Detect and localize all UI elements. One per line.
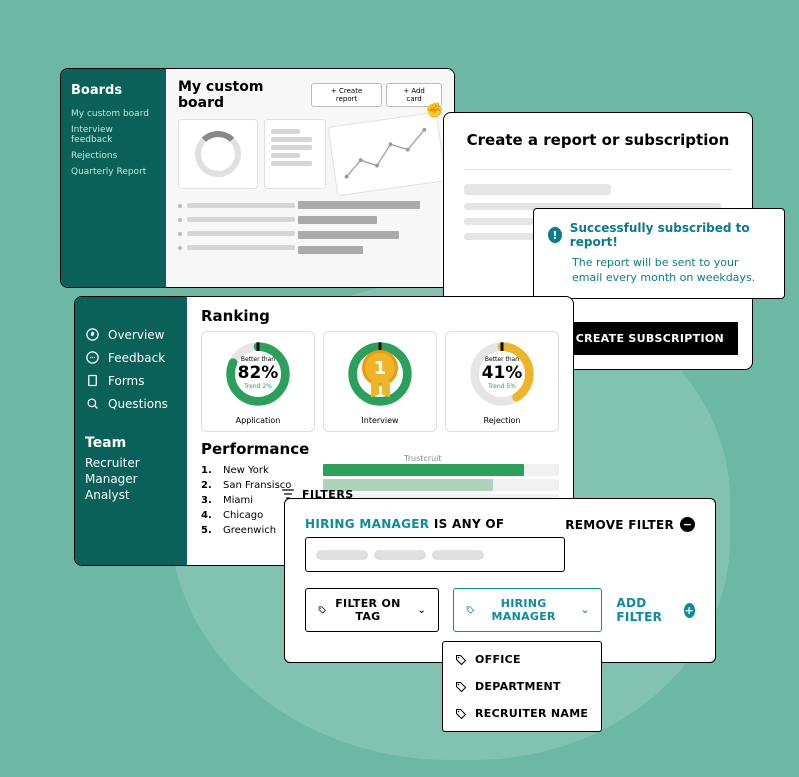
add-filter-button[interactable]: ADD FILTER + bbox=[616, 596, 695, 624]
sidebar-item-interview-feedback[interactable]: Interview feedback bbox=[71, 122, 156, 148]
gauge-rejection[interactable]: Better than 41% Trend 5% Rejection bbox=[445, 331, 559, 432]
remove-filter-button[interactable]: REMOVE FILTER − bbox=[565, 517, 695, 532]
chart-card-draggable[interactable]: ✊ bbox=[328, 112, 447, 197]
create-subscription-button[interactable]: CREATE SUBSCRIPTION bbox=[562, 322, 738, 355]
page-title: My custom board bbox=[178, 79, 311, 111]
chevron-down-icon: ⌄ bbox=[417, 605, 426, 616]
ranking-title: Ranking bbox=[201, 307, 559, 325]
nav-overview[interactable]: Overview bbox=[85, 327, 177, 342]
boards-title: Boards bbox=[71, 83, 156, 98]
hiring-manager-dropdown[interactable]: HIRING MANAGER ⌄ bbox=[453, 588, 602, 632]
nav-feedback[interactable]: Feedback bbox=[85, 350, 177, 365]
brand-label: Trustcruit bbox=[404, 454, 442, 463]
tag-icon bbox=[455, 681, 467, 693]
gauge-interview[interactable]: 1 Interview bbox=[323, 331, 437, 432]
toast-body: The report will be sent to your email ev… bbox=[548, 255, 770, 286]
info-icon: ! bbox=[548, 227, 562, 243]
table-row: 1.New York bbox=[201, 464, 559, 476]
table-row: 2.San Fransisco bbox=[201, 479, 559, 491]
filter-field-menu: OFFICE DEPARTMENT RECRUITER NAME bbox=[442, 641, 602, 732]
menu-item-department[interactable]: DEPARTMENT bbox=[443, 673, 601, 700]
toast-title: Successfully subscribed to report! bbox=[570, 221, 770, 249]
tag-icon bbox=[455, 654, 467, 666]
grab-cursor-icon: ✊ bbox=[425, 102, 444, 120]
team-analyst[interactable]: Analyst bbox=[85, 487, 177, 503]
tag-icon bbox=[455, 708, 467, 720]
filters-panel: HIRING MANAGER IS ANY OF REMOVE FILTER −… bbox=[284, 498, 716, 663]
menu-item-office[interactable]: OFFICE bbox=[443, 646, 601, 673]
sidebar-item-rejections[interactable]: Rejections bbox=[71, 148, 156, 164]
success-toast: ! Successfully subscribed to report! The… bbox=[533, 208, 785, 299]
compass-icon bbox=[85, 327, 100, 342]
minus-icon: − bbox=[680, 517, 695, 532]
nav-forms[interactable]: Forms bbox=[85, 373, 177, 388]
sidebar-item-my-custom-board[interactable]: My custom board bbox=[71, 106, 156, 122]
nav-questions[interactable]: Questions bbox=[85, 396, 177, 411]
search-icon bbox=[85, 396, 100, 411]
doc-icon bbox=[85, 373, 100, 388]
tag-icon bbox=[466, 604, 475, 616]
list-card[interactable] bbox=[264, 119, 326, 189]
team-manager[interactable]: Manager bbox=[85, 471, 177, 487]
team-title: Team bbox=[85, 435, 177, 451]
chevron-down-icon: ⌄ bbox=[581, 605, 590, 616]
bar-widget bbox=[298, 197, 442, 257]
sidebar-item-quarterly-report[interactable]: Quarterly Report bbox=[71, 164, 156, 180]
tag-icon bbox=[318, 604, 326, 616]
filters-button[interactable]: FILTERS bbox=[280, 486, 354, 502]
gauge-card[interactable] bbox=[178, 119, 258, 189]
arc-icon bbox=[195, 131, 241, 177]
filter-on-tag-dropdown[interactable]: FILTER ON TAG ⌄ bbox=[305, 588, 439, 632]
ranking-sidebar: Overview Feedback Forms Questions Team R… bbox=[75, 297, 187, 565]
boards-main: My custom board + Create report + Add ca… bbox=[166, 69, 454, 287]
message-icon bbox=[85, 350, 100, 365]
list-widget bbox=[178, 197, 295, 257]
boards-panel: Boards My custom board Interview feedbac… bbox=[60, 68, 455, 288]
team-recruiter[interactable]: Recruiter bbox=[85, 455, 177, 471]
performance-title: Performance bbox=[201, 440, 559, 458]
filter-chips-input[interactable] bbox=[305, 537, 565, 572]
plus-icon: + bbox=[684, 603, 695, 618]
menu-item-recruiter-name[interactable]: RECRUITER NAME bbox=[443, 700, 601, 727]
filter-label: HIRING MANAGER IS ANY OF bbox=[305, 517, 565, 531]
create-report-button[interactable]: + Create report bbox=[311, 83, 382, 107]
filter-icon bbox=[280, 486, 296, 502]
dialog-title: Create a report or subscription bbox=[464, 131, 732, 149]
boards-sidebar: Boards My custom board Interview feedbac… bbox=[61, 69, 166, 287]
gauge-application[interactable]: Better than 82% Trend 2% Application bbox=[201, 331, 315, 432]
